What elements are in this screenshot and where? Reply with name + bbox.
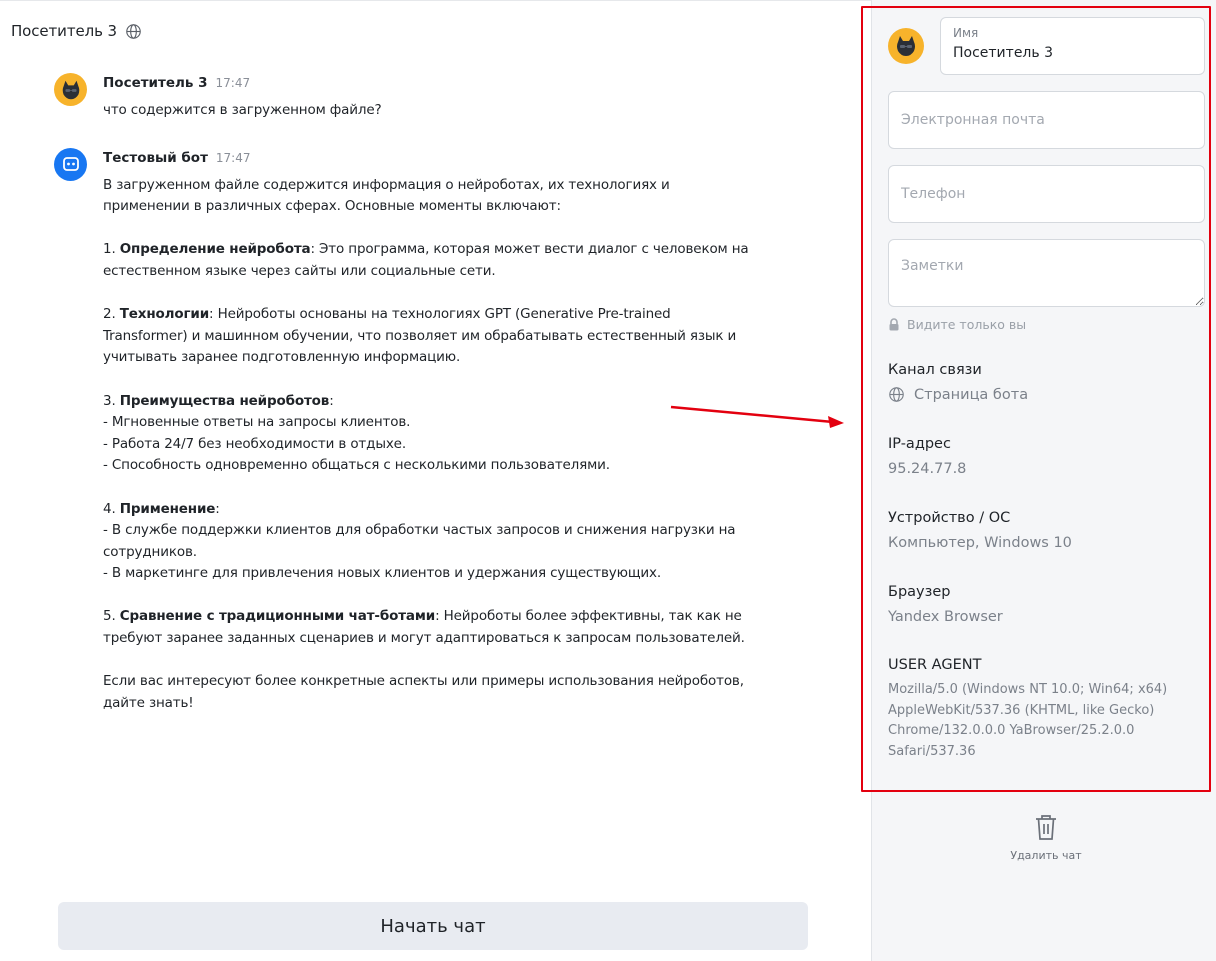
user-agent-label: USER AGENT <box>888 657 982 673</box>
paragraph-text: - Работа 24/7 без необходимости в отдыхе… <box>103 435 406 452</box>
message-paragraph: Если вас интересуют более конкретные асп… <box>103 671 754 714</box>
bot-avatar-icon <box>54 147 87 181</box>
message-time: 17:47 <box>215 76 251 90</box>
message-paragraph: - В маркетинге для привлечения новых кли… <box>103 563 754 585</box>
list-number: 2. <box>103 306 120 323</box>
channel-block: Канал связи Страница бота <box>888 362 1198 403</box>
paragraph-text: - Способность одновременно общаться с не… <box>103 457 610 474</box>
message-author: Посетитель 3 <box>103 75 208 91</box>
message-body: Посетитель 3 17:47 что содержится в загруж… <box>103 73 754 122</box>
device-label: Устройство / ОС <box>888 510 1011 526</box>
message-text: что содержится в загруженном файле? <box>103 100 754 122</box>
private-note: Видите только вы <box>888 317 1026 332</box>
message-author: Тестовый бот <box>103 149 208 166</box>
browser-label: Браузер <box>888 584 951 600</box>
list-number: 5. <box>103 608 120 625</box>
message-meta: Тестовый бот 17:47 <box>103 150 754 170</box>
channel-label: Канал связи <box>888 362 982 378</box>
user-agent-block: USER AGENT Mozilla/5.0 (Windows NT 10.0;… <box>888 657 1198 762</box>
list-number: 1. <box>103 241 120 258</box>
bold-term: Применение <box>119 500 216 517</box>
delete-chat-label: Удалить чат <box>1010 849 1082 862</box>
channel-value: Страница бота <box>914 386 1029 403</box>
lock-icon <box>888 318 900 331</box>
message-paragraph: 1. Определение нейробота: Это программа,… <box>103 239 754 282</box>
paragraph-text: : <box>215 500 220 517</box>
paragraph-text: - Мгновенные ответы на запросы клиентов. <box>103 414 411 431</box>
paragraph-text: - В маркетинге для привлечения новых кли… <box>103 565 661 582</box>
chat-title: Посетитель 3 <box>11 22 117 40</box>
phone-field[interactable] <box>888 165 1205 223</box>
private-note-text: Видите только вы <box>907 317 1027 332</box>
channel-row: Страница бота <box>888 386 1198 403</box>
message-meta: Посетитель 3 17:47 <box>103 75 754 95</box>
bold-term: Преимущества нейроботов <box>119 392 330 409</box>
name-value: Посетитель 3 <box>953 45 1053 61</box>
message-paragraph: что содержится в загруженном файле? <box>103 100 754 122</box>
email-field[interactable] <box>888 91 1205 149</box>
name-label: Имя <box>953 26 979 40</box>
browser-value: Yandex Browser <box>888 609 1003 625</box>
notes-field[interactable] <box>888 239 1205 307</box>
bold-term: Определение нейробота <box>119 241 311 258</box>
ip-block: IP-адрес 95.24.77.8 <box>888 436 1198 477</box>
name-field[interactable]: Имя Посетитель 3 <box>940 17 1205 75</box>
chat-message: Посетитель 3 17:47 что содержится в загруж… <box>54 73 754 122</box>
ip-label: IP-адрес <box>888 436 951 452</box>
message-body: Тестовый бот 17:47 В загруженном файле сод… <box>103 148 754 715</box>
message-paragraph: - Работа 24/7 без необходимости в отдыхе… <box>103 434 754 456</box>
message-paragraph: 5. Сравнение с традиционными чат-ботами:… <box>103 606 754 649</box>
cat-avatar-icon <box>888 28 924 64</box>
paragraph-text: что содержится в загруженном файле? <box>103 102 382 118</box>
chat-header: Посетитель 3 <box>11 20 142 42</box>
message-list: Посетитель 3 17:47 что содержится в загруж… <box>54 73 754 740</box>
paragraph-text: Если вас интересуют более конкретные асп… <box>103 673 744 711</box>
message-paragraph: - Мгновенные ответы на запросы клиентов. <box>103 412 754 434</box>
message-paragraph: - В службе поддержки клиентов для обрабо… <box>103 520 754 563</box>
paragraph-text: : <box>329 392 334 409</box>
message-paragraph: В загруженном файле содержится информаци… <box>103 175 754 218</box>
device-block: Устройство / ОС Компьютер, Windows 10 <box>888 510 1198 551</box>
message-paragraph: - Способность одновременно общаться с не… <box>103 455 754 477</box>
bold-term: Сравнение с традиционными чат-ботами <box>119 608 436 625</box>
device-value: Компьютер, Windows 10 <box>888 535 1072 551</box>
globe-icon <box>888 386 905 403</box>
message-paragraph: 3. Преимущества нейроботов: <box>103 391 754 413</box>
delete-chat-button[interactable]: Удалить чат <box>996 813 1096 869</box>
message-time: 17:47 <box>215 150 251 165</box>
user-agent-value: Mozilla/5.0 (Windows NT 10.0; Win64; x64… <box>888 682 1168 759</box>
globe-icon <box>125 23 142 40</box>
list-number: 4. <box>103 500 120 517</box>
message-text: В загруженном файле содержится информаци… <box>103 175 754 715</box>
start-chat-button[interactable]: Начать чат <box>58 902 808 950</box>
paragraph-text: - В службе поддержки клиентов для обрабо… <box>103 522 736 560</box>
ip-value: 95.24.77.8 <box>888 461 967 477</box>
cat-avatar-icon <box>54 73 87 106</box>
bold-term: Технологии <box>119 306 210 323</box>
trash-icon <box>1034 813 1058 841</box>
message-paragraph: 4. Применение: <box>103 499 754 521</box>
message-paragraph: 2. Технологии: Нейроботы основаны на тех… <box>103 304 754 369</box>
profile-row: Имя Посетитель 3 <box>888 17 1205 75</box>
list-number: 3. <box>103 392 120 409</box>
browser-block: Браузер Yandex Browser <box>888 584 1198 625</box>
paragraph-text: В загруженном файле содержится информаци… <box>103 176 670 215</box>
chat-pane: Посетитель 3 Посетитель 3 17:47 что содерж… <box>0 0 871 961</box>
red-arrow-icon <box>670 405 844 428</box>
chat-message: Тестовый бот 17:47 В загруженном файле сод… <box>54 147 754 715</box>
